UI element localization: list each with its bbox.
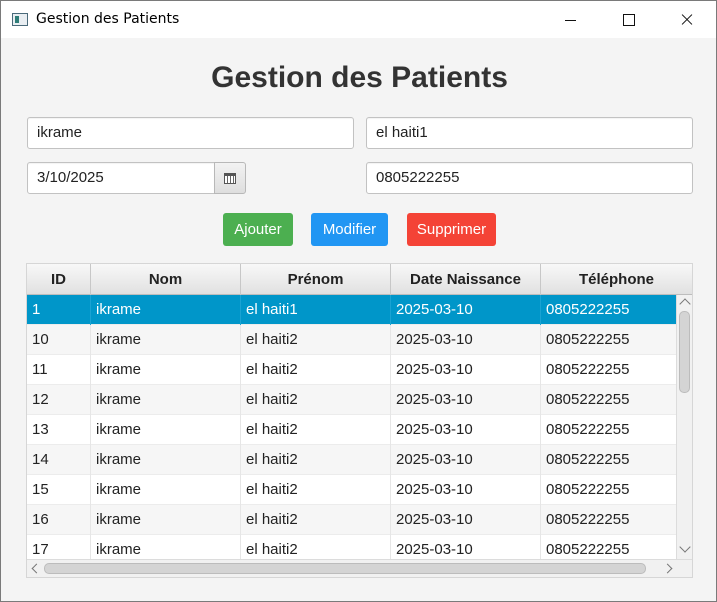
cell-id: 11 <box>27 355 91 385</box>
cell-telephone: 0805222255 <box>546 451 630 468</box>
cell-prenom: el haiti1 <box>241 295 391 325</box>
cell-date-naissance: 2025-03-10 <box>391 535 541 559</box>
scroll-right-icon[interactable] <box>662 563 673 574</box>
patients-table: ID Nom Prénom Date Naissance Téléphone 1… <box>26 263 693 578</box>
cell-id: 13 <box>27 415 91 445</box>
date-picker-button[interactable] <box>214 162 246 194</box>
add-button[interactable]: Ajouter <box>223 213 293 246</box>
app-window: Gestion des Patients Gestion des Patient… <box>0 0 717 602</box>
column-header-id[interactable]: ID <box>27 264 91 295</box>
horizontal-scrollbar[interactable] <box>27 559 692 577</box>
date-naissance-input[interactable]: 3/10/2025 <box>27 162 215 194</box>
close-button[interactable] <box>663 1 709 38</box>
cell-prenom: el haiti2 <box>241 505 391 535</box>
cell-date-naissance: 2025-03-10 <box>391 415 541 445</box>
table-row[interactable]: 10 ikrame el haiti2 2025-03-10 0805222255 <box>27 325 676 355</box>
cell-id: 14 <box>27 445 91 475</box>
column-header-prenom[interactable]: Prénom <box>241 264 391 295</box>
cell-prenom: el haiti2 <box>241 535 391 559</box>
cell-id: 15 <box>27 475 91 505</box>
column-header-date-naissance[interactable]: Date Naissance <box>391 264 541 295</box>
cell-id: 16 <box>27 505 91 535</box>
cell-nom: ikrame <box>91 535 241 559</box>
cell-nom: ikrame <box>91 355 241 385</box>
table-row[interactable]: 12 ikrame el haiti2 2025-03-10 0805222255 <box>27 385 676 415</box>
calendar-icon <box>224 173 236 184</box>
cell-prenom: el haiti2 <box>241 475 391 505</box>
cell-telephone: 0805222255 <box>546 301 630 318</box>
cell-telephone: 0805222255 <box>546 421 630 438</box>
cell-prenom: el haiti2 <box>241 355 391 385</box>
table-header: ID Nom Prénom Date Naissance Téléphone <box>27 264 692 295</box>
scroll-left-icon[interactable] <box>31 563 42 574</box>
cell-date-naissance: 2025-03-10 <box>391 355 541 385</box>
cell-nom: ikrame <box>91 475 241 505</box>
cell-date-naissance: 2025-03-10 <box>391 325 541 355</box>
scroll-down-icon[interactable] <box>679 541 691 553</box>
scroll-up-icon[interactable] <box>679 298 691 310</box>
cell-telephone: 0805222255 <box>546 541 630 558</box>
cell-date-naissance: 2025-03-10 <box>391 505 541 535</box>
cell-nom: ikrame <box>91 505 241 535</box>
cell-nom: ikrame <box>91 415 241 445</box>
table-body: 1 ikrame el haiti1 2025-03-10 0805222255 10 ik… <box>27 295 676 559</box>
cell-date-naissance: 2025-03-10 <box>391 385 541 415</box>
window-title: Gestion des Patients <box>36 11 180 27</box>
prenom-input[interactable]: el haiti1 <box>366 117 693 149</box>
cell-telephone: 0805222255 <box>546 511 630 528</box>
cell-nom: ikrame <box>91 295 241 325</box>
cell-date-naissance: 2025-03-10 <box>391 445 541 475</box>
edit-button[interactable]: Modifier <box>311 213 388 246</box>
cell-prenom: el haiti2 <box>241 325 391 355</box>
cell-telephone: 0805222255 <box>546 481 630 498</box>
vertical-scroll-thumb[interactable] <box>679 311 690 393</box>
cell-id: 12 <box>27 385 91 415</box>
nom-input[interactable]: ikrame <box>27 117 354 149</box>
minimize-button[interactable] <box>547 1 593 38</box>
title-bar[interactable]: Gestion des Patients <box>1 1 716 38</box>
cell-prenom: el haiti2 <box>241 415 391 445</box>
cell-date-naissance: 2025-03-10 <box>391 475 541 505</box>
page-title: Gestion des Patients <box>211 61 508 94</box>
table-row[interactable]: 16 ikrame el haiti2 2025-03-10 0805222255 <box>27 505 676 535</box>
table-row[interactable]: 17 ikrame el haiti2 2025-03-10 0805222255 <box>27 535 676 559</box>
cell-id: 10 <box>27 325 91 355</box>
table-row[interactable]: 1 ikrame el haiti1 2025-03-10 0805222255 <box>27 295 676 325</box>
vertical-scrollbar[interactable] <box>676 295 692 559</box>
app-icon <box>12 13 28 26</box>
cell-prenom: el haiti2 <box>241 385 391 415</box>
cell-nom: ikrame <box>91 445 241 475</box>
column-header-nom[interactable]: Nom <box>91 264 241 295</box>
column-header-telephone[interactable]: Téléphone <box>541 264 692 295</box>
cell-prenom: el haiti2 <box>241 445 391 475</box>
cell-id: 17 <box>27 535 91 559</box>
cell-date-naissance: 2025-03-10 <box>391 295 541 325</box>
cell-telephone: 0805222255 <box>546 331 630 348</box>
cell-nom: ikrame <box>91 385 241 415</box>
cell-nom: ikrame <box>91 325 241 355</box>
telephone-input[interactable]: 0805222255 <box>366 162 693 194</box>
table-row[interactable]: 14 ikrame el haiti2 2025-03-10 0805222255 <box>27 445 676 475</box>
table-row[interactable]: 11 ikrame el haiti2 2025-03-10 0805222255 <box>27 355 676 385</box>
maximize-button[interactable] <box>605 1 651 38</box>
delete-button[interactable]: Supprimer <box>407 213 496 246</box>
cell-id: 1 <box>27 295 91 325</box>
horizontal-scroll-thumb[interactable] <box>44 563 646 574</box>
table-row[interactable]: 13 ikrame el haiti2 2025-03-10 0805222255 <box>27 415 676 445</box>
table-row[interactable]: 15 ikrame el haiti2 2025-03-10 0805222255 <box>27 475 676 505</box>
cell-telephone: 0805222255 <box>546 391 630 408</box>
cell-telephone: 0805222255 <box>546 361 630 378</box>
